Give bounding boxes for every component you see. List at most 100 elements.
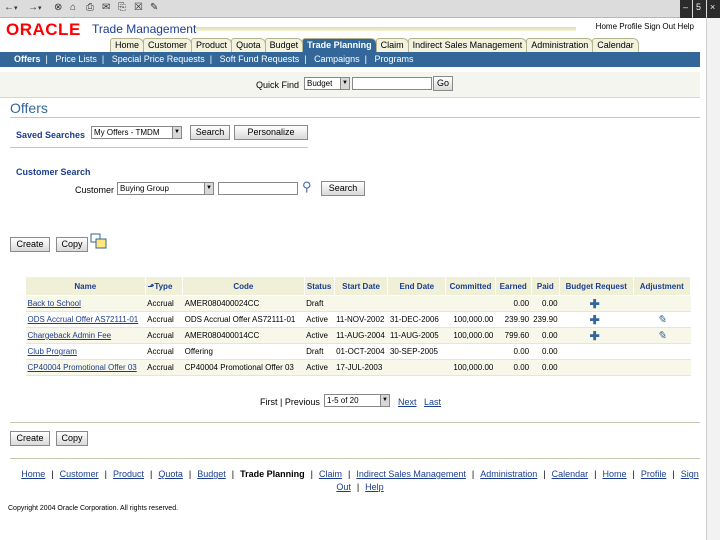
tab-calendar[interactable]: Calendar xyxy=(592,38,639,52)
edit-icon[interactable]: ✎ xyxy=(150,2,158,13)
col-header-end-date[interactable]: End Date xyxy=(387,276,447,296)
copy-button-bottom[interactable]: Copy xyxy=(56,431,88,446)
col-header-start-date[interactable]: Start Date xyxy=(333,276,389,296)
footer-link[interactable]: Trade Planning xyxy=(240,469,305,479)
adjustment-edit-icon[interactable]: ✎ xyxy=(657,330,666,342)
forward-dropdown-icon[interactable]: ▾ xyxy=(38,4,42,12)
offer-name-link[interactable]: Chargeback Admin Fee xyxy=(28,331,112,340)
col-header-paid[interactable]: Paid xyxy=(530,276,561,296)
footer-link[interactable]: Help xyxy=(365,482,384,492)
footer-link[interactable]: Profile xyxy=(641,469,667,479)
footer-link[interactable]: Home xyxy=(21,469,45,479)
offer-status: Active xyxy=(306,331,328,340)
customer-type-select[interactable]: Buying Group ▼ xyxy=(117,182,214,195)
global-home-link[interactable]: Home xyxy=(596,22,617,31)
budget-request-add-icon[interactable]: ✚ xyxy=(590,329,600,343)
footer-link[interactable]: Calendar xyxy=(552,469,589,479)
footer-separator: | xyxy=(632,469,635,479)
title-divider xyxy=(10,117,700,118)
footer-link[interactable]: Indirect Sales Management xyxy=(356,469,466,479)
budget-request-add-icon[interactable]: ✚ xyxy=(590,313,600,327)
stop-icon[interactable]: ⊗ xyxy=(54,2,62,13)
quick-find-select[interactable]: Budget ▼ xyxy=(304,77,350,90)
tab-home[interactable]: Home xyxy=(110,38,145,52)
offer-type: Accrual xyxy=(147,299,174,308)
tab-customer[interactable]: Customer xyxy=(143,38,193,52)
col-header-type[interactable]: ⬏Type xyxy=(144,276,184,296)
restore-button[interactable]: 5 xyxy=(693,0,706,18)
offer-name-link[interactable]: CP40004 Promotional Offer 03 xyxy=(28,363,137,372)
copy-icon[interactable]: ⎘ xyxy=(118,2,126,13)
pagination-last-link[interactable]: Last xyxy=(424,397,441,407)
offer-paid: 0.00 xyxy=(541,347,558,356)
global-signout-link[interactable]: Sign Out xyxy=(644,22,675,31)
budget-request-add-icon[interactable]: ✚ xyxy=(590,297,600,311)
chevron-down-icon: ▼ xyxy=(340,78,349,89)
customer-label: Customer xyxy=(75,185,115,195)
offer-paid: 0.00 xyxy=(541,363,558,372)
subnav-soft-fund-requests[interactable]: Soft Fund Requests xyxy=(220,54,300,64)
global-help-link[interactable]: Help xyxy=(678,22,694,31)
offer-type: Accrual xyxy=(147,331,174,340)
table-row: Chargeback Admin Fee Accrual AMER080400014… xyxy=(25,327,691,344)
footer-link[interactable]: Claim xyxy=(319,469,342,479)
minimize-button[interactable]: – xyxy=(680,0,692,18)
footer-link[interactable]: Product xyxy=(113,469,144,479)
mail-icon[interactable]: ✉ xyxy=(102,2,110,13)
offer-name-link[interactable]: Club Program xyxy=(28,347,77,356)
scrollbar[interactable] xyxy=(706,18,720,540)
offer-start-date: 11-NOV-2002 xyxy=(336,315,385,324)
create-button[interactable]: Create xyxy=(10,237,50,252)
col-header-earned[interactable]: Earned xyxy=(494,276,532,296)
tab-budget[interactable]: Budget xyxy=(264,38,304,52)
global-profile-link[interactable]: Profile xyxy=(619,22,642,31)
close-icon[interactable]: ☒ xyxy=(134,2,143,13)
tab-trade-planning[interactable]: Trade Planning xyxy=(302,38,377,52)
col-header-code[interactable]: Code xyxy=(182,276,305,296)
tab-quota[interactable]: Quota xyxy=(231,38,266,52)
print-icon[interactable]: ⎙ xyxy=(86,2,94,13)
go-button[interactable]: Go xyxy=(433,76,453,91)
back-icon[interactable]: ← xyxy=(4,2,14,13)
copy-button[interactable]: Copy xyxy=(56,237,88,252)
subnav-price-lists[interactable]: Price Lists xyxy=(55,54,97,64)
offer-name-link[interactable]: ODS Accrual Offer AS72111-01 xyxy=(28,315,139,324)
footer-link[interactable]: Home xyxy=(602,469,626,479)
adjustment-edit-icon[interactable]: ✎ xyxy=(657,314,666,326)
saved-search-button[interactable]: Search xyxy=(190,125,230,140)
footer-link[interactable]: Administration xyxy=(480,469,537,479)
col-header-name[interactable]: Name xyxy=(25,276,146,296)
offer-earned: 0.00 xyxy=(513,347,530,356)
tab-claim[interactable]: Claim xyxy=(375,38,409,52)
subnav-special-price-requests[interactable]: Special Price Requests xyxy=(112,54,205,64)
table-header-row: Name ⬏Type Code Status Start Date End Da… xyxy=(25,276,692,296)
flashlight-lov-icon[interactable]: ⚲ xyxy=(302,179,312,195)
pagination-next-link[interactable]: Next xyxy=(398,397,417,407)
footer-separator: | xyxy=(672,469,675,479)
forward-icon[interactable]: → xyxy=(28,2,38,13)
offer-name-link[interactable]: Back to School xyxy=(28,299,81,308)
close-window-button[interactable]: × xyxy=(707,0,720,18)
footer-link[interactable]: Quota xyxy=(158,469,183,479)
footer-link[interactable]: Customer xyxy=(60,469,99,479)
pagination-range-select[interactable]: 1-5 of 20 ▼ xyxy=(324,394,390,407)
tab-product[interactable]: Product xyxy=(191,38,233,52)
saved-search-select[interactable]: My Offers - TMDM ▼ xyxy=(91,126,182,139)
col-header-status[interactable]: Status xyxy=(303,276,335,296)
subnav-offers[interactable]: Offers xyxy=(14,54,41,64)
col-header-committed[interactable]: Committed xyxy=(445,276,496,296)
footer-link[interactable]: Budget xyxy=(197,469,226,479)
tab-administration[interactable]: Administration xyxy=(526,38,594,52)
footer-links: Home | Customer | Product | Quota | Budget | Trade… xyxy=(0,468,720,494)
personalize-button[interactable]: Personalize xyxy=(234,125,308,140)
quick-find-input[interactable] xyxy=(352,77,432,90)
tab-indirect-sales[interactable]: Indirect Sales Management xyxy=(407,38,528,52)
create-button-bottom[interactable]: Create xyxy=(10,431,50,446)
customer-search-button[interactable]: Search xyxy=(321,181,365,196)
home-icon[interactable]: ⌂ xyxy=(70,2,76,13)
export-icon[interactable] xyxy=(90,233,107,249)
subnav-campaigns[interactable]: Campaigns xyxy=(314,54,360,64)
subnav-programs[interactable]: Programs xyxy=(374,54,413,64)
back-dropdown-icon[interactable]: ▾ xyxy=(14,4,18,12)
customer-input[interactable] xyxy=(218,182,298,195)
